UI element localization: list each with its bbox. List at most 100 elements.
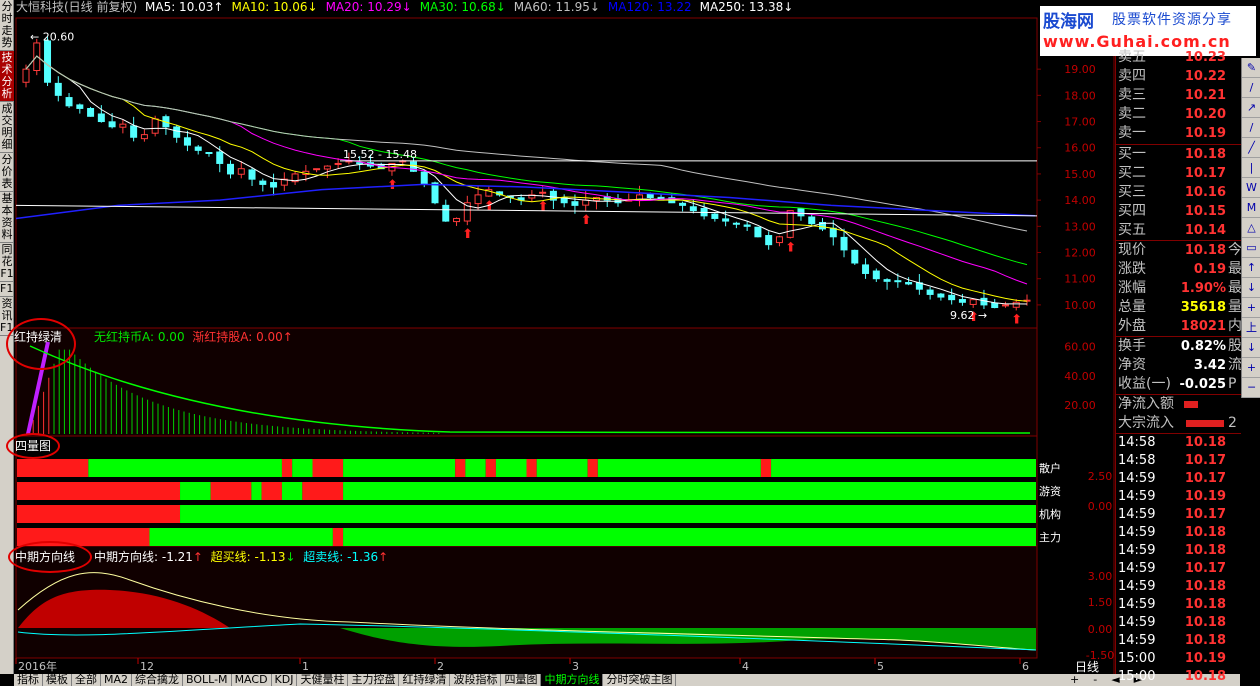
time-tick-label: 2016年 — [18, 659, 57, 673]
tab-14[interactable]: 分时突破主图 — [603, 674, 677, 686]
tick-time: 14:59 — [1118, 633, 1156, 648]
tab-10[interactable]: 红持绿清 — [399, 674, 451, 686]
sell-row-value: 10.22 — [1184, 69, 1226, 84]
tick-time: 14:58 — [1118, 453, 1156, 468]
right-toolbar: ✎ / ↗ / ╱ | W M △ ▭ ↑ ↓ + 上 ↓ + ─ — [1241, 58, 1260, 398]
tab-6[interactable]: MACD — [232, 674, 272, 686]
tab-0[interactable]: 指标 — [14, 674, 43, 686]
drawing-tool-icon[interactable]: ╱ — [1242, 138, 1260, 158]
drawing-tool-icon[interactable]: ✎ — [1242, 58, 1260, 78]
candle-body — [582, 199, 590, 206]
drawing-tool-icon[interactable]: ↓ — [1242, 338, 1260, 358]
buy-arrow-icon: ⬆ — [462, 227, 473, 242]
tab-8[interactable]: 天健量柱 — [297, 674, 349, 686]
tab-12[interactable]: 四量图 — [501, 674, 542, 686]
quote-row-label: 外盘 — [1118, 318, 1146, 334]
price-tick-label: 16.00 — [1064, 142, 1096, 155]
volume-segment — [771, 459, 1036, 477]
tick-time: 14:59 — [1118, 561, 1156, 576]
tab-1[interactable]: 模板 — [43, 674, 72, 686]
tick-list[interactable]: 14:58 10.18 14:58 10.17 14:59 10.17 14:59 10.19… — [1116, 433, 1241, 686]
candle-body — [44, 40, 52, 83]
buy-row: 买四 10.15 — [1116, 202, 1242, 221]
tick-time: 14:59 — [1118, 579, 1156, 594]
remove-button[interactable]: - — [1093, 674, 1097, 686]
volume-segment — [343, 528, 1037, 546]
volume-segment — [281, 459, 293, 477]
flow-row: 净流入额 — [1116, 395, 1242, 414]
candle-body — [216, 151, 224, 164]
drawing-tool-icon[interactable]: W — [1242, 178, 1260, 198]
tick-price: 10.18 — [1184, 615, 1226, 630]
tick-row: 14:59 10.18 — [1116, 524, 1242, 542]
high-label: ← 20.60 — [30, 30, 74, 43]
tab-5[interactable]: BOLL-M — [183, 674, 232, 686]
tick-time: 14:59 — [1118, 471, 1156, 486]
candle-body — [765, 235, 773, 246]
drawing-tool-icon[interactable]: + — [1242, 358, 1260, 378]
tab-9[interactable]: 主力控盘 — [348, 674, 400, 686]
drawing-tool-icon[interactable]: △ — [1242, 218, 1260, 238]
stat-row-extra: 股 — [1228, 338, 1242, 354]
flow-panel: 净流入额 大宗流入 2 — [1116, 394, 1241, 433]
buy-row: 买三 10.16 — [1116, 183, 1242, 202]
sell-row: 卖五 10.23 — [1116, 48, 1242, 67]
quote-panel: 现价 10.18 今涨跌 0.19 最涨幅 1.90% 最总量 35618 量外盘 18021 内 — [1116, 240, 1242, 336]
tab-4[interactable]: 综合擒龙 — [132, 674, 184, 686]
candle-body — [829, 227, 837, 238]
add-button[interactable]: + — [1070, 674, 1079, 686]
candle-body — [775, 236, 783, 244]
volume-row-label: 机构 — [1039, 507, 1061, 521]
info-panel: 卖五 10.23 卖四 10.22 卖三 10.21 卖二 10.20 卖一 10.19 买一 10.… — [1115, 49, 1242, 684]
indicator1-tick-label: 60.00 — [1064, 341, 1096, 354]
indicator1-tick-label: 40.00 — [1064, 370, 1096, 383]
stat-row-extra: P — [1228, 376, 1237, 392]
candle-body — [797, 208, 805, 217]
candle-body — [356, 162, 364, 165]
flow-row-label: 大宗流入 — [1118, 415, 1174, 431]
volume-segment — [251, 482, 262, 500]
volume-segment — [312, 459, 344, 477]
indicator2-tick-label: 0.00 — [1088, 500, 1113, 513]
candle-body — [679, 202, 687, 206]
candle-body — [539, 191, 547, 194]
sell-row-label: 卖四 — [1118, 68, 1146, 84]
tab-2[interactable]: 全部 — [72, 674, 101, 686]
candle-body — [560, 197, 568, 204]
drawing-tool-icon[interactable]: / — [1242, 118, 1260, 138]
candle-body — [65, 97, 73, 107]
indicator3-line-main-arrow: ↑ — [192, 550, 203, 564]
indicator1-line-a: 无红持币A: 0.00 — [94, 330, 185, 344]
drawing-tool-icon[interactable]: ─ — [1242, 378, 1260, 398]
drawing-tool-icon[interactable]: ↑ — [1242, 258, 1260, 278]
drawing-tool-icon[interactable]: M — [1242, 198, 1260, 218]
drawing-tool-icon[interactable]: / — [1242, 78, 1260, 98]
tab-3[interactable]: MA2 — [101, 674, 133, 686]
tab-7[interactable]: KDJ — [272, 674, 298, 686]
tab-11[interactable]: 波段指标 — [450, 674, 502, 686]
tick-price: 10.17 — [1184, 471, 1226, 486]
tick-row: 14:59 10.19 — [1116, 488, 1242, 506]
drawing-tool-icon[interactable]: ↓ — [1242, 278, 1260, 298]
quote-row: 涨幅 1.90% 最 — [1116, 279, 1242, 298]
drawing-tool-icon[interactable]: + — [1242, 298, 1260, 318]
tick-price: 10.19 — [1184, 651, 1226, 666]
volume-segment — [536, 459, 588, 477]
price-tick-label: 19.00 — [1064, 63, 1096, 76]
candle-body — [334, 162, 342, 165]
stat-row-value: 3.42 — [1193, 358, 1226, 373]
candle-body — [420, 171, 428, 185]
drawing-tool-icon[interactable]: | — [1242, 158, 1260, 178]
tab-13[interactable]: 中期方向线 — [541, 674, 604, 686]
drawing-tool-icon[interactable]: ▭ — [1242, 238, 1260, 258]
drawing-tool-icon[interactable]: ↗ — [1242, 98, 1260, 118]
buy-row-label: 买三 — [1118, 184, 1146, 200]
candle-body — [958, 299, 966, 303]
candle-body — [937, 293, 945, 298]
drawing-tool-icon[interactable]: 上 — [1242, 318, 1260, 338]
price-tick-label: 18.00 — [1064, 89, 1096, 102]
tick-time: 14:59 — [1118, 507, 1156, 522]
candle-body — [442, 204, 450, 222]
time-tick-label: 2 — [437, 660, 444, 673]
buy-arrow-icon: ⬆ — [785, 241, 796, 256]
